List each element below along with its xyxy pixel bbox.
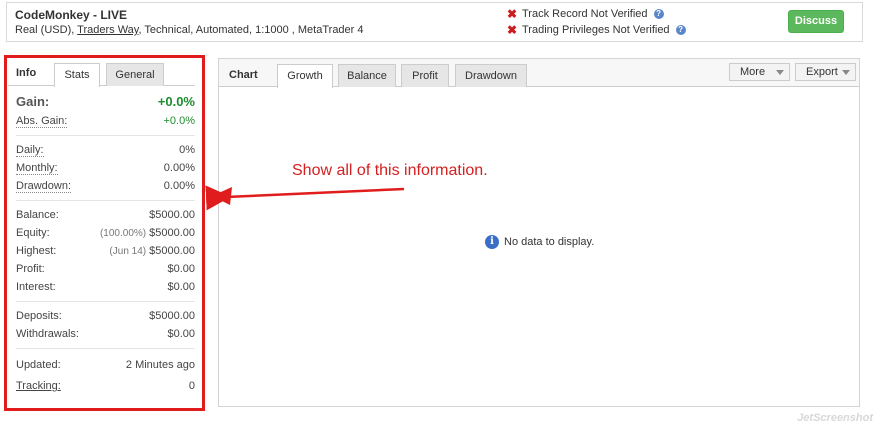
arrow-line xyxy=(205,185,405,211)
arrow-head xyxy=(212,187,232,205)
annotation-arrow xyxy=(205,185,405,211)
watermark-logo: JetScreenshot xyxy=(797,412,873,424)
